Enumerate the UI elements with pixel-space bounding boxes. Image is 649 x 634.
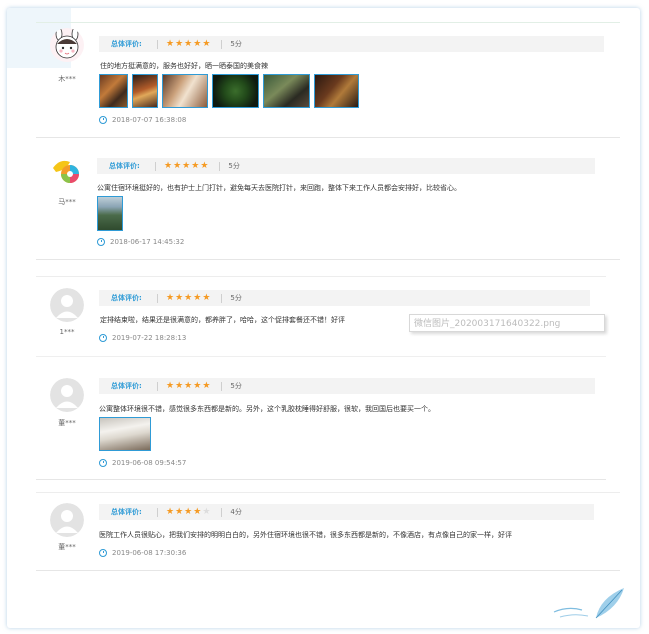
- rating-label: 总体评价:: [111, 382, 142, 390]
- review-photo[interactable]: [132, 74, 158, 108]
- rating-label: 总体评价:: [111, 508, 142, 516]
- clock-icon: [97, 238, 105, 246]
- star-icon: ★: [184, 506, 193, 517]
- star-icon: ★: [191, 160, 200, 171]
- avatar-colorful: [50, 154, 84, 188]
- review-divider: [36, 137, 620, 138]
- review-photos: [99, 417, 155, 451]
- avatar-girl-cartoon: [50, 28, 84, 62]
- clock-icon: [99, 334, 107, 342]
- star-rating: ★ ★ ★ ★ ★: [166, 38, 211, 49]
- review-divider: [36, 570, 620, 571]
- review-photo[interactable]: [99, 74, 128, 108]
- feather-decoration-icon: [552, 586, 628, 626]
- avatar-default: [50, 503, 84, 537]
- review-photo[interactable]: [97, 196, 123, 231]
- review-timestamp: 2018-07-07 16:38:08: [99, 116, 186, 124]
- star-icon: ★: [202, 380, 211, 391]
- username: 董***: [58, 419, 76, 427]
- review-photos: [97, 196, 127, 231]
- rating-bar: 总体评价: ★ ★ ★ ★ ★ 5分: [99, 378, 595, 394]
- star-icon: ★: [202, 292, 211, 303]
- star-icon: ★: [182, 160, 191, 171]
- clock-icon: [99, 459, 107, 467]
- image-filename-tooltip: 微信图片_20200317164032​2.png: [409, 314, 605, 332]
- review-photo[interactable]: [314, 74, 359, 108]
- star-icon: ★: [184, 292, 193, 303]
- review-text: 医院工作人员很贴心，把我们安排的明明白白的，另外住宿环境也很不错，很多东西都是新…: [99, 531, 512, 539]
- rating-score: 5分: [228, 162, 240, 170]
- review-text: 公寓整体环境很不错，感觉很多东西都是新的。另外，这个乳胶枕睡得好舒服，很软，我回…: [99, 405, 435, 413]
- star-icon: ★: [175, 38, 184, 49]
- review-photo[interactable]: [162, 74, 208, 108]
- clock-icon: [99, 116, 107, 124]
- star-icon: ★: [175, 380, 184, 391]
- review-photo[interactable]: [212, 74, 259, 108]
- star-icon: ★: [175, 506, 184, 517]
- username: 董***: [58, 543, 76, 551]
- review-divider: [36, 356, 606, 357]
- review-timestamp: 2019-06-08 09:54:57: [99, 459, 186, 467]
- rating-score: 5分: [230, 294, 242, 302]
- star-icon: ★: [193, 292, 202, 303]
- username: 马***: [58, 198, 76, 206]
- review-photo[interactable]: [99, 417, 151, 451]
- clock-icon: [99, 549, 107, 557]
- star-icon: ★: [184, 38, 193, 49]
- username: 1***: [59, 328, 75, 336]
- review-divider: [36, 259, 620, 260]
- rating-bar: 总体评价: ★ ★ ★ ★ ★ 5分: [97, 158, 595, 174]
- review-text: 定排结束啦，结果还是很满意的，都养胖了，哈哈，这个促排套餐还不错！好评: [100, 316, 345, 324]
- rating-label: 总体评价:: [111, 294, 142, 302]
- star-empty-icon: ★: [202, 506, 211, 517]
- star-icon: ★: [166, 506, 175, 517]
- avatar-default: [50, 378, 84, 412]
- rating-score: 5分: [230, 40, 242, 48]
- star-icon: ★: [193, 380, 202, 391]
- review-divider: [36, 492, 620, 493]
- top-divider: [36, 22, 620, 23]
- rating-score: 4分: [230, 508, 242, 516]
- star-icon: ★: [202, 38, 211, 49]
- star-icon: ★: [193, 38, 202, 49]
- star-rating: ★ ★ ★ ★ ★: [166, 380, 211, 391]
- star-icon: ★: [193, 506, 202, 517]
- rating-bar: 总体评价: ★ ★ ★ ★ ★ 4分: [99, 504, 594, 520]
- star-rating: ★ ★ ★ ★ ★: [164, 160, 209, 171]
- rating-bar: 总体评价: ★ ★ ★ ★ ★ 5分: [99, 36, 604, 52]
- star-icon: ★: [175, 292, 184, 303]
- star-icon: ★: [173, 160, 182, 171]
- review-photos: [99, 74, 363, 108]
- review-timestamp: 2019-06-08 17:30:36: [99, 549, 186, 557]
- username: 木***: [58, 75, 76, 83]
- review-photo[interactable]: [263, 74, 310, 108]
- star-icon: ★: [166, 380, 175, 391]
- avatar-default: [50, 288, 84, 322]
- rating-score: 5分: [230, 382, 242, 390]
- review-text: 住的地方挺满意的，服务也好好，晒一晒泰国的美食辣: [100, 62, 268, 70]
- star-icon: ★: [184, 380, 193, 391]
- star-icon: ★: [164, 160, 173, 171]
- review-divider: [36, 276, 606, 277]
- star-icon: ★: [166, 38, 175, 49]
- star-icon: ★: [166, 292, 175, 303]
- star-icon: ★: [200, 160, 209, 171]
- rating-label: 总体评价:: [109, 162, 140, 170]
- review-text: 公寓住宿环境挺好的，也有护士上门打针，避免每天去医院打针，来回跑，整体下来工作人…: [97, 184, 461, 192]
- review-timestamp: 2018-06-17 14:45:32: [97, 238, 184, 246]
- rating-bar: 总体评价: ★ ★ ★ ★ ★ 5分: [99, 290, 590, 306]
- rating-label: 总体评价:: [111, 40, 142, 48]
- star-rating: ★ ★ ★ ★ ★: [166, 506, 211, 517]
- review-timestamp: 2019-07-22 18:28:13: [99, 334, 186, 342]
- star-rating: ★ ★ ★ ★ ★: [166, 292, 211, 303]
- review-divider: [36, 479, 606, 480]
